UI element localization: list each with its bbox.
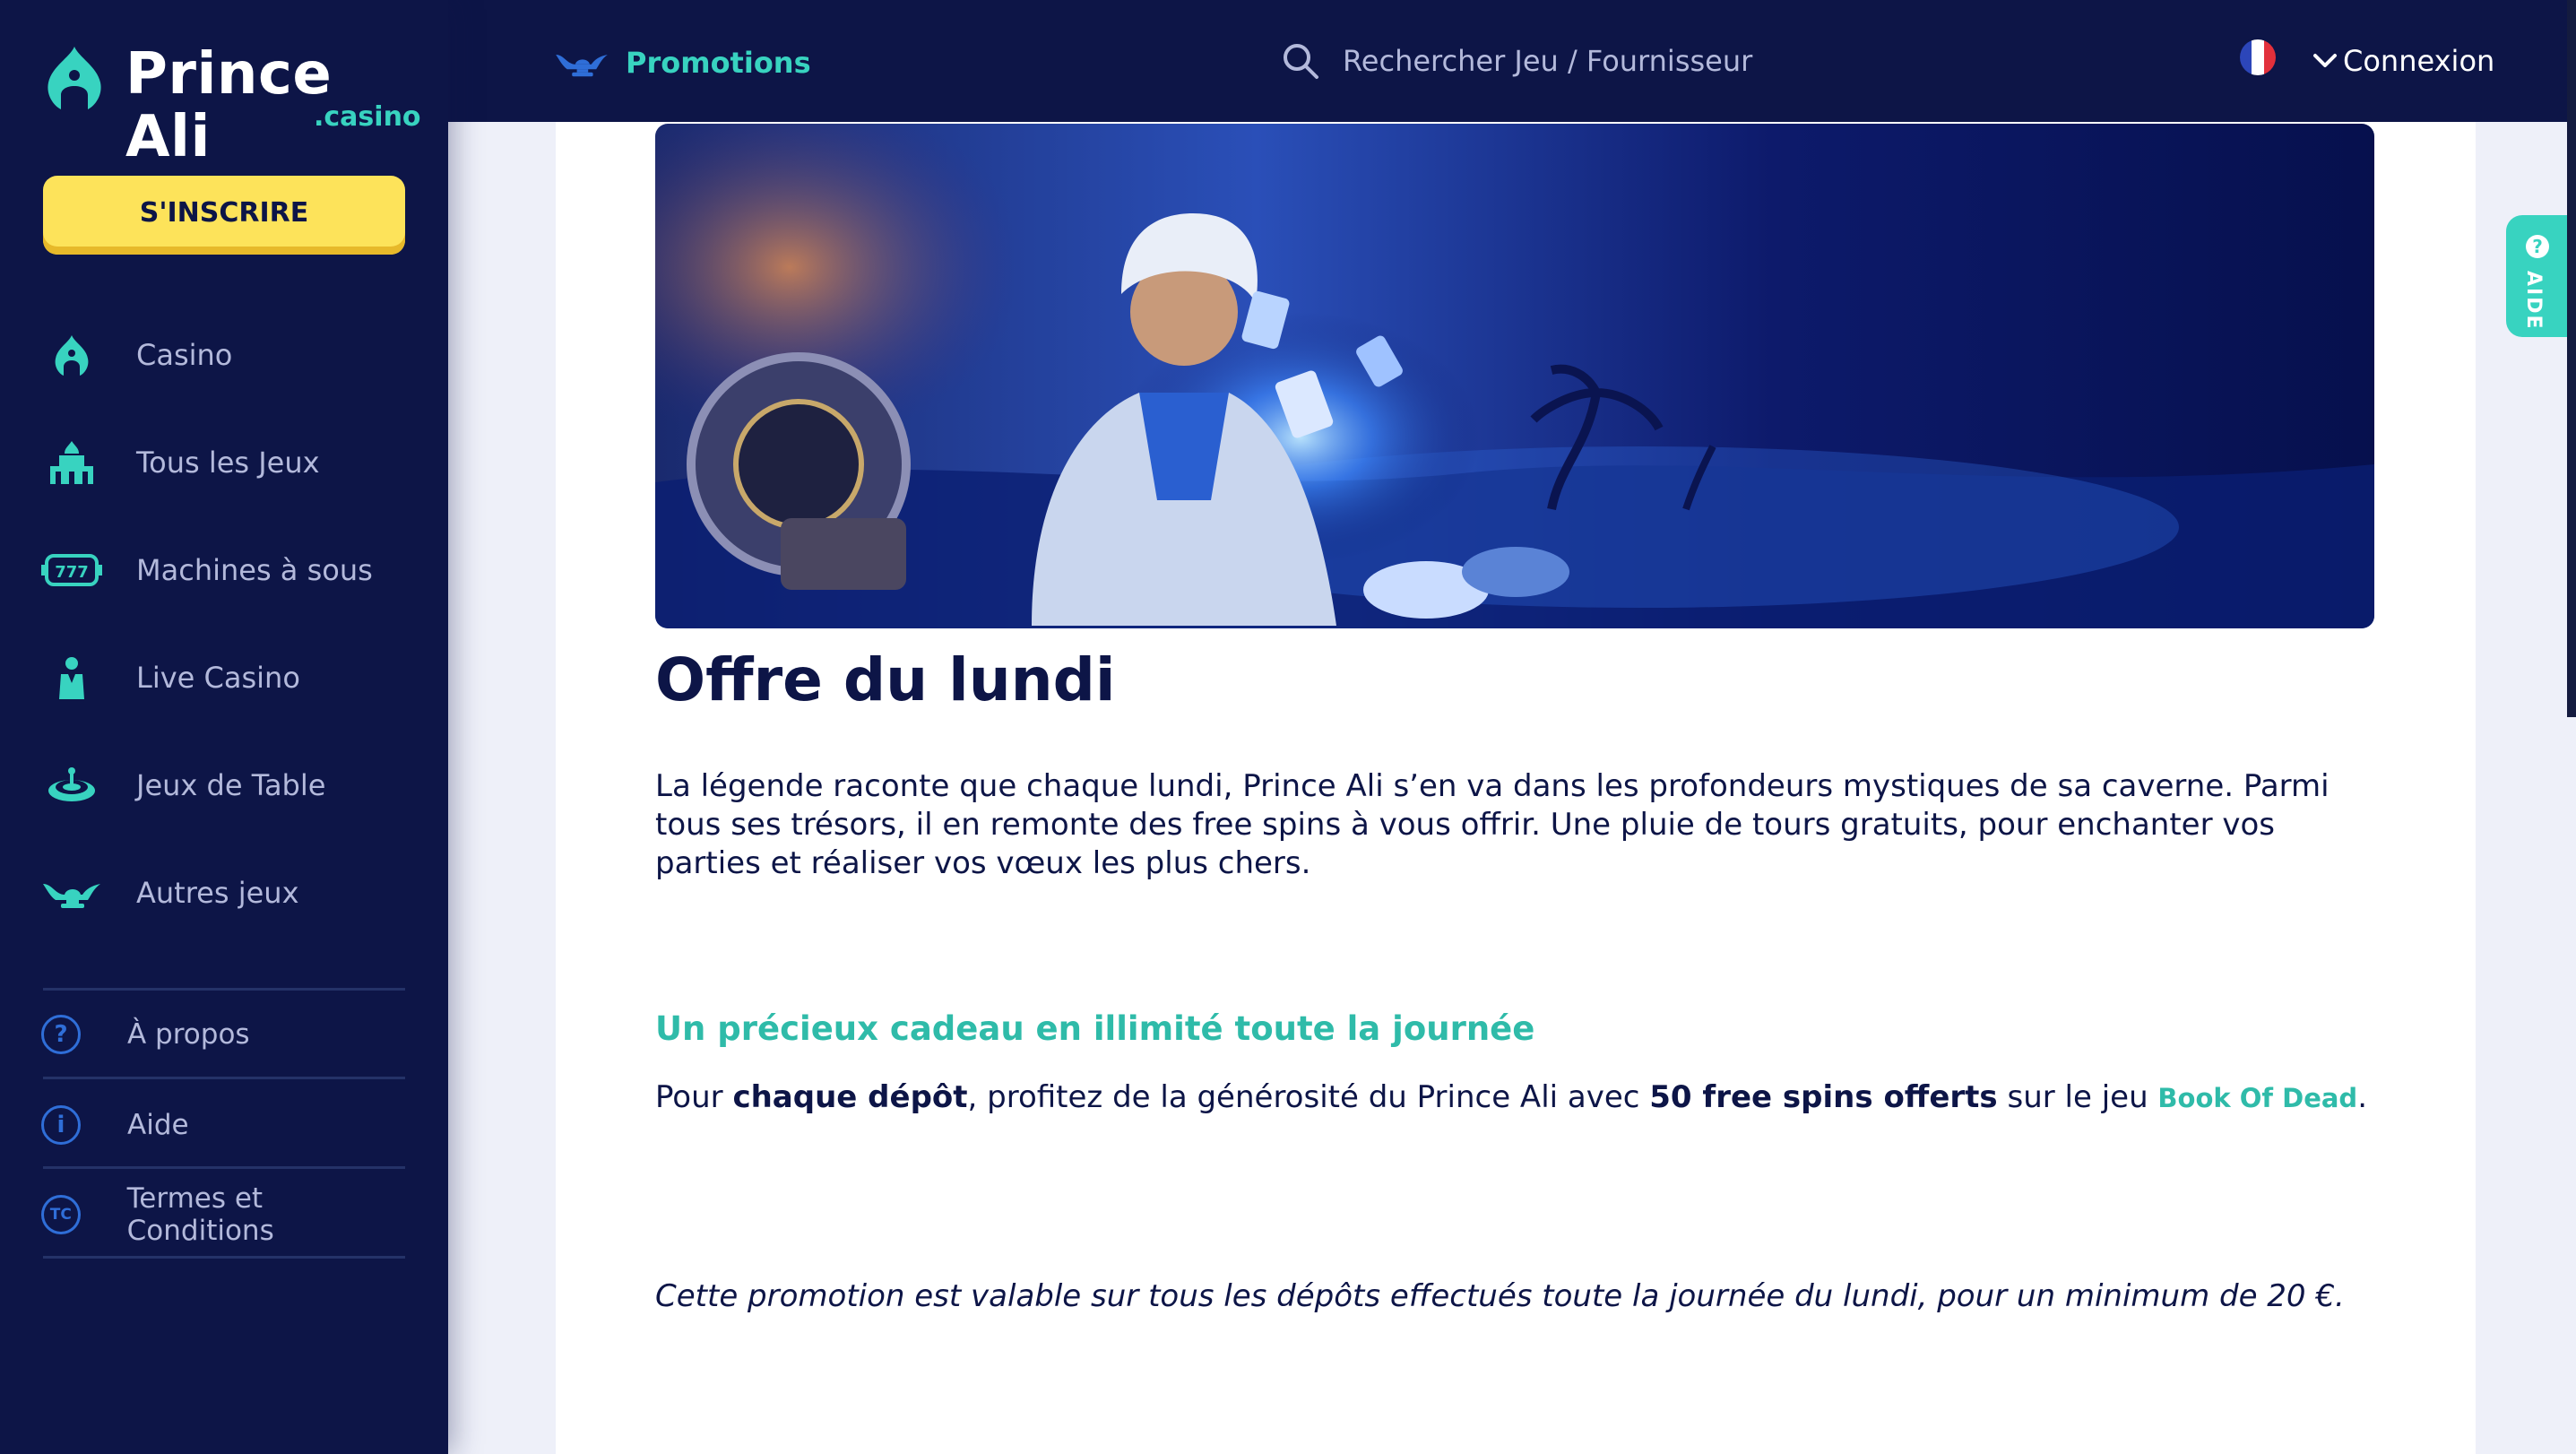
login-label: Connexion — [2343, 44, 2495, 78]
question-icon: ? — [2526, 235, 2549, 258]
promotion-banner-image — [655, 124, 2374, 628]
top-header: Promotions Connexion — [448, 0, 2576, 122]
offer-text: . — [2357, 1079, 2368, 1115]
game-link-book-of-dead[interactable]: Book Of Dead — [2157, 1083, 2357, 1113]
sidebar-item-label: Autres jeux — [136, 876, 299, 910]
magic-lamp-icon — [39, 866, 104, 920]
search-bar — [1282, 32, 1820, 90]
sidebar-item-label: Jeux de Table — [136, 768, 326, 802]
offer-text: , profitez de la générosité du Prince Al… — [967, 1079, 1650, 1115]
chevron-down-icon — [2313, 54, 2337, 67]
divider — [43, 1166, 405, 1169]
sidebar-link-about[interactable]: ? À propos — [39, 1003, 416, 1066]
divider — [43, 988, 405, 991]
info-circle-icon: i — [41, 1105, 81, 1145]
login-button[interactable]: Connexion — [2312, 36, 2494, 86]
intro-paragraph: La légende raconte que chaque lundi, Pri… — [655, 768, 2330, 881]
promotions-link[interactable]: Promotions — [554, 36, 811, 90]
offer-paragraph: Pour chaque dépôt, profitez de la généro… — [655, 1079, 2367, 1115]
sidebar-link-label: Termes et Conditions — [126, 1182, 274, 1247]
turban-icon — [39, 328, 104, 382]
sidebar-item-label: Machines à sous — [136, 553, 373, 587]
sidebar-item-other-games[interactable]: Autres jeux — [39, 857, 416, 929]
magic-lamp-icon — [556, 55, 608, 77]
svg-text:777: 777 — [55, 563, 89, 582]
scrollbar[interactable] — [2567, 0, 2576, 717]
sidebar-item-slots[interactable]: 777 Machines à sous — [39, 534, 416, 606]
page-title: Offre du lundi — [655, 645, 1116, 714]
sidebar-item-label: Tous les Jeux — [136, 446, 320, 480]
signup-button[interactable]: S'INSCRIRE — [43, 176, 405, 255]
sidebar-link-label: À propos — [127, 1018, 250, 1051]
dealer-icon — [39, 651, 104, 705]
logo[interactable]: Prince Ali .casino — [39, 39, 421, 169]
logo-suffix: .casino — [314, 101, 421, 133]
sidebar-item-label: Live Casino — [136, 661, 300, 695]
sidebar-item-casino[interactable]: Casino — [39, 319, 416, 391]
sidebar-item-table-games[interactable]: Jeux de Table — [39, 749, 416, 821]
roulette-table-icon — [39, 758, 104, 812]
sidebar-item-label: Casino — [136, 338, 233, 372]
offer-bold-deposit: chaque dépôt — [732, 1079, 968, 1115]
sidebar-link-terms[interactable]: TC Termes et Conditions — [39, 1182, 416, 1247]
sidebar-item-live-casino[interactable]: Live Casino — [39, 642, 416, 714]
terms-note: Cette promotion est valable sur tous les… — [655, 1278, 2345, 1314]
terms-circle-icon: TC — [41, 1195, 81, 1234]
promotions-label: Promotions — [626, 46, 811, 80]
search-icon[interactable] — [1282, 42, 1319, 80]
offer-text: sur le jeu — [1997, 1079, 2158, 1115]
divider — [43, 1077, 405, 1079]
sidebar: Prince Ali .casino S'INSCRIRE Casino Tou… — [0, 0, 448, 1454]
sidebar-link-label: Aide — [127, 1109, 189, 1141]
help-tab[interactable]: ? AIDE — [2506, 215, 2567, 337]
help-tab-label: AIDE — [2522, 271, 2545, 331]
sidebar-link-help[interactable]: i Aide — [39, 1094, 416, 1156]
section-heading: Un précieux cadeau en illimité toute la … — [655, 1009, 1535, 1048]
slot-machine-icon: 777 — [39, 543, 104, 597]
sidebar-item-all-games[interactable]: Tous les Jeux — [39, 427, 416, 498]
offer-bold-spins: 50 free spins offerts — [1649, 1079, 1998, 1115]
language-flag-fr[interactable] — [2240, 39, 2276, 75]
offer-text: Pour — [655, 1079, 733, 1115]
search-input[interactable] — [1341, 43, 1811, 79]
palace-icon — [39, 436, 104, 489]
turban-logo-icon — [48, 47, 101, 109]
divider — [43, 1256, 405, 1259]
question-circle-icon: ? — [41, 1015, 81, 1054]
